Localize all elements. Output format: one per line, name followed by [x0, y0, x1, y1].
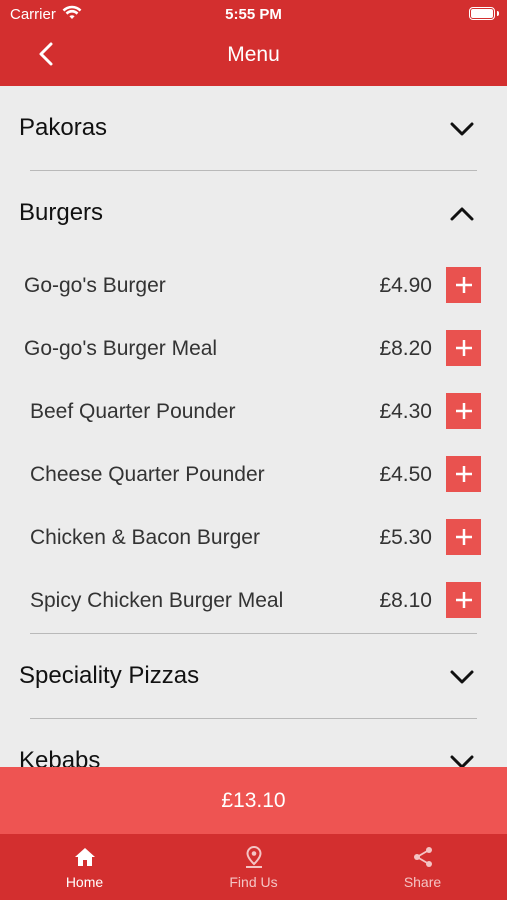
- item-name: Chicken & Bacon Burger: [30, 526, 260, 549]
- page-title: Menu: [227, 43, 280, 66]
- plus-icon: [455, 403, 472, 419]
- item-price: £4.50: [379, 463, 432, 486]
- add-item-button[interactable]: [446, 582, 481, 618]
- status-bar: Carrier 5:55 PM: [0, 0, 507, 28]
- home-icon: [74, 844, 96, 870]
- add-item-button[interactable]: [446, 519, 481, 555]
- plus-icon: [455, 277, 472, 293]
- basket-total: £13.10: [221, 788, 286, 812]
- list-item: Cheese Quarter Pounder £4.50: [0, 444, 507, 507]
- category-title: Kebabs: [19, 747, 101, 767]
- add-item-button[interactable]: [446, 456, 481, 492]
- item-price: £4.30: [379, 400, 432, 423]
- share-icon: [412, 844, 434, 870]
- basket-total-button[interactable]: £13.10: [0, 767, 507, 834]
- list-item: Go-go's Burger Meal £8.20: [0, 318, 507, 381]
- tab-home[interactable]: Home: [0, 834, 169, 900]
- plus-icon: [455, 592, 472, 608]
- tab-label: Home: [65, 874, 104, 890]
- plus-icon: [455, 529, 472, 545]
- list-item: Spicy Chicken Burger Meal £8.10: [0, 570, 507, 633]
- burger-items: Go-go's Burger £4.90 Go-go's Burger Meal…: [0, 255, 507, 633]
- tab-share[interactable]: Share: [338, 834, 507, 900]
- chevron-up-icon[interactable]: [447, 199, 477, 229]
- item-name: Cheese Quarter Pounder: [30, 463, 265, 486]
- list-item: Go-go's Burger £4.90: [0, 255, 507, 318]
- status-time: 5:55 PM: [225, 6, 282, 23]
- battery-icon: [469, 7, 499, 20]
- list-item: Chicken & Bacon Burger £5.30: [0, 507, 507, 570]
- category-title: Burgers: [19, 199, 104, 226]
- item-price: £8.10: [379, 589, 432, 612]
- add-item-button[interactable]: [446, 267, 481, 303]
- item-name: Spicy Chicken Burger Meal: [30, 589, 284, 612]
- item-name: Go-go's Burger Meal: [24, 337, 218, 360]
- add-item-button[interactable]: [446, 393, 481, 429]
- chevron-down-icon[interactable]: [447, 114, 477, 144]
- item-name: Go-go's Burger: [24, 274, 166, 297]
- tab-bar: Home Find Us Share: [0, 834, 507, 900]
- item-price: £4.90: [379, 274, 432, 297]
- menu-list[interactable]: Pakoras Burgers Go-go's Burger £4.90 Go-…: [0, 86, 507, 767]
- category-pakoras[interactable]: Pakoras: [0, 86, 507, 170]
- list-item: Beef Quarter Pounder £4.30: [0, 381, 507, 444]
- tab-label: Share: [403, 874, 442, 890]
- app-header: Carrier 5:55 PM Menu: [0, 0, 507, 86]
- chevron-down-icon[interactable]: [447, 747, 477, 767]
- item-price: £5.30: [379, 526, 432, 549]
- category-kebabs[interactable]: Kebabs: [0, 719, 507, 767]
- item-name: Beef Quarter Pounder: [30, 400, 236, 423]
- chevron-down-icon[interactable]: [447, 662, 477, 692]
- plus-icon: [455, 466, 472, 482]
- category-burgers[interactable]: Burgers: [0, 171, 507, 255]
- category-speciality-pizzas[interactable]: Speciality Pizzas: [0, 634, 507, 718]
- category-title: Speciality Pizzas: [19, 662, 200, 689]
- add-item-button[interactable]: [446, 330, 481, 366]
- category-title: Pakoras: [19, 114, 108, 141]
- item-price: £8.20: [379, 337, 432, 360]
- tab-find-us[interactable]: Find Us: [169, 834, 338, 900]
- location-pin-icon: [243, 844, 265, 870]
- plus-icon: [455, 340, 472, 356]
- tab-label: Find Us: [229, 874, 278, 890]
